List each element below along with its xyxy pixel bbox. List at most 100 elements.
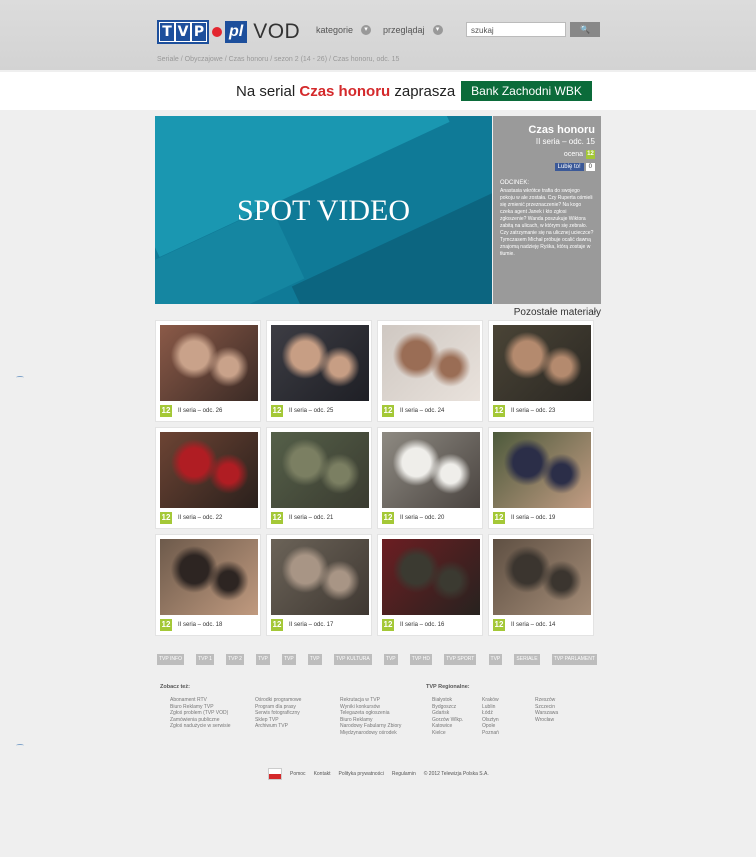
like-button[interactable]: Lubię to! [554,163,584,171]
breadcrumb[interactable]: Seriale / Obyczajowe / Czas honoru / sez… [157,56,399,63]
episode-thumbnail[interactable] [160,325,258,401]
episode-thumbnail[interactable] [382,432,480,508]
episode-caption: 12 II seria – odc. 16 [382,619,444,631]
episode-title[interactable]: II seria – odc. 17 [289,622,333,628]
channel-logo[interactable]: TVP PARLAMENT [551,653,597,665]
episode-title[interactable]: II seria – odc. 20 [400,515,444,521]
channel-logo[interactable]: TVP [488,653,503,665]
episode-info-panel: Czas honoru II seria – odc. 15 ocena 12 … [493,116,601,304]
footer-col-4: Białystok Bydgoszcz Gdańsk Gorzów Wlkp. Kato… [432,697,463,736]
channel-logo[interactable]: TVP 2 [226,653,244,665]
episode-thumbnail[interactable] [160,539,258,615]
channel-logo[interactable]: TVP [383,653,398,665]
channel-logo[interactable]: TVP INFO [157,653,184,665]
episode-card[interactable]: 12 II seria – odc. 24 [377,320,483,422]
episode-thumbnail[interactable] [382,539,480,615]
episode-title[interactable]: II seria – odc. 21 [289,515,333,521]
channel-logo[interactable]: TVP KULTURA [333,653,372,665]
channel-logo[interactable]: TVP SPORT [444,653,477,665]
episode-card[interactable]: 12 II seria – odc. 22 [155,427,261,529]
episode-card[interactable]: 12 II seria – odc. 26 [155,320,261,422]
episode-title[interactable]: II seria – odc. 26 [178,408,222,414]
bottom-link[interactable]: Regulamin [392,771,416,777]
search-button[interactable]: 🔍 [570,22,600,37]
episode-thumbnail[interactable] [382,325,480,401]
episode-title[interactable]: II seria – odc. 24 [400,408,444,414]
channel-logos: TVP INFO TVP 1 TVP 2 TVP TVP TVP TVP KULTURA TV… [157,652,597,666]
footer-link[interactable]: Kielce [432,730,463,737]
episode-card[interactable]: 12 II seria – odc. 18 [155,534,261,636]
age-rating-badge: 12 [586,150,595,159]
age-rating-badge: 12 [271,512,283,524]
footer-link[interactable]: Poznań [482,730,499,737]
channel-logo[interactable]: TVP HD [409,653,433,665]
search-input[interactable]: szukaj [466,22,566,37]
age-rating-badge: 12 [493,619,505,631]
episode-thumbnail[interactable] [160,432,258,508]
nav-categories-label: kategorie [316,25,354,35]
episode-caption: 12 II seria – odc. 14 [493,619,555,631]
episode-card[interactable]: 12 II seria – odc. 16 [377,534,483,636]
nav-browse[interactable]: przeglądaj ▾ [383,25,443,35]
episode-thumbnail[interactable] [493,432,591,508]
episode-card[interactable]: 12 II seria – odc. 20 [377,427,483,529]
episode-card[interactable]: 12 II seria – odc. 19 [488,427,594,529]
episode-thumbnail[interactable] [271,432,369,508]
episode-thumbnail[interactable] [493,539,591,615]
footer-col-1: Abonament RTV Biuro Reklamy TVP Zgłoś prob… [170,697,231,730]
rating: ocena 12 [564,150,595,159]
channel-logo[interactable]: SERIALE [514,653,540,665]
episode-title[interactable]: II seria – odc. 19 [511,515,555,521]
main-content: SPOT VIDEO Czas honoru II seria – odc. 1… [155,116,601,639]
footer-link[interactable]: Ośrodki programowe [255,697,301,704]
footer-link[interactable]: Międzynarodowy ośrodek [340,730,401,737]
episode-thumbnail[interactable] [271,539,369,615]
episode-title[interactable]: II seria – odc. 23 [511,408,555,414]
page-edge-marker [16,376,24,379]
channel-logo[interactable]: TVP 1 [196,653,214,665]
nav-categories[interactable]: kategorie ▾ [316,25,372,35]
footer-link[interactable]: Zgłoś nadużycie w serwisie [170,723,231,730]
regional-heading: TVP Regionalne: [426,684,470,690]
bottom-link[interactable]: Kontakt [314,771,331,777]
copyright: © 2012 Telewizja Polska S.A. [423,771,489,777]
episode-thumbnail[interactable] [493,325,591,401]
episode-card[interactable]: 12 II seria – odc. 14 [488,534,594,636]
episode-title[interactable]: II seria – odc. 14 [511,622,555,628]
sponsor-banner[interactable]: Na serial Czas honoru zaprasza Bank Zach… [0,72,756,110]
channel-logo[interactable]: TVP [256,653,270,665]
footer-link[interactable]: Warszawa [535,710,558,717]
episode-caption: 12 II seria – odc. 17 [271,619,333,631]
footer-link[interactable]: Kraków [482,697,499,704]
footer-link[interactable]: Archiwum TVP [255,723,301,730]
channel-logo[interactable]: TVP [307,653,322,665]
facebook-like[interactable]: Lubię to! 0 [554,163,595,171]
episode-card[interactable]: 12 II seria – odc. 17 [266,534,372,636]
footer-link[interactable]: Narodowy Fabularny Zbiory [340,723,401,730]
rating-label: ocena [563,151,583,158]
footer-link[interactable]: Wrocław [535,717,558,724]
footer-link[interactable]: Zgłoś problem (TVP VOD) [170,710,231,717]
episode-caption: 12 II seria – odc. 19 [493,512,555,524]
nav-browse-label: przeglądaj [383,25,425,35]
footer-link[interactable]: Rzeszów [535,697,558,704]
channel-logo[interactable]: TVP [281,653,296,665]
episode-title[interactable]: II seria – odc. 25 [289,408,333,414]
episode-title[interactable]: II seria – odc. 16 [400,622,444,628]
episode-thumbnail[interactable] [271,325,369,401]
age-rating-badge: 12 [382,405,394,417]
episode-caption: 12 II seria – odc. 20 [382,512,444,524]
footer-link[interactable]: Serwis fotograficzny [255,710,301,717]
bottom-link[interactable]: Pomoc [290,771,306,777]
episode-card[interactable]: 12 II seria – odc. 21 [266,427,372,529]
age-rating-badge: 12 [160,405,172,417]
episode-title[interactable]: II seria – odc. 22 [178,515,222,521]
bottom-link[interactable]: Polityka prywatności [339,771,384,777]
episode-card[interactable]: 12 II seria – odc. 23 [488,320,594,422]
episode-card[interactable]: 12 II seria – odc. 25 [266,320,372,422]
sponsor-highlight: Czas honoru [299,83,391,100]
episode-caption: 12 II seria – odc. 26 [160,405,222,417]
episode-title[interactable]: II seria – odc. 18 [178,622,222,628]
tvp-vod-logo[interactable]: T V P pl VOD [157,17,300,47]
video-player[interactable]: SPOT VIDEO [155,116,492,304]
